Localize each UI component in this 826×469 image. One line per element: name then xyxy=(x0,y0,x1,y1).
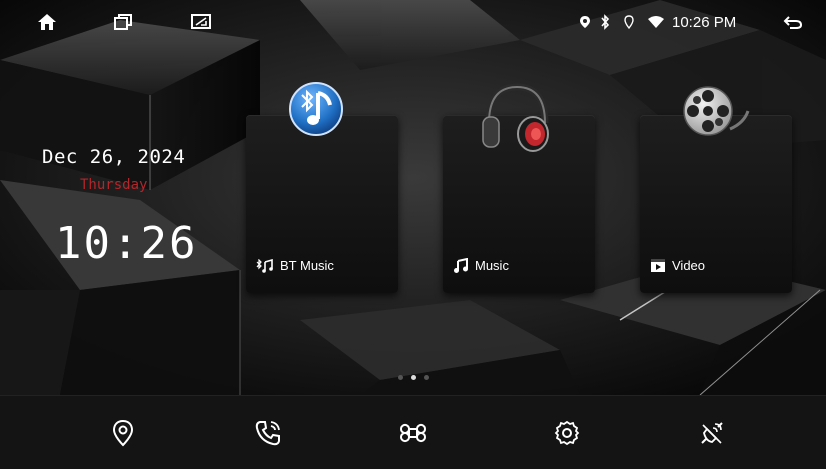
bt-music-card[interactable]: BT Music xyxy=(246,82,398,293)
page-indicator xyxy=(398,375,429,380)
video-small-icon xyxy=(651,259,665,272)
status-time: 10:26 PM xyxy=(672,14,737,31)
screen-mirror-icon[interactable] xyxy=(190,12,212,32)
music-label: Music xyxy=(475,258,509,273)
bt-music-label: BT Music xyxy=(280,258,334,273)
settings-icon[interactable] xyxy=(550,416,584,450)
status-bar: 10:26 PM xyxy=(0,0,826,44)
voice-icon xyxy=(622,12,636,32)
location-pin-icon xyxy=(578,12,592,32)
bottom-dock xyxy=(0,395,826,469)
bt-music-small-icon xyxy=(256,258,273,273)
clock-weekday: Thursday xyxy=(80,177,148,193)
bluetooth-music-icon xyxy=(288,81,344,147)
clock-date: Dec 26, 2024 xyxy=(42,146,186,168)
headphones-icon xyxy=(479,79,555,159)
page-dot[interactable] xyxy=(424,375,429,380)
home-screen: 10:26 PM Dec 26, 2024 Thursday 10:26 BT … xyxy=(0,0,826,469)
music-note-icon xyxy=(454,258,468,273)
wifi-icon xyxy=(646,12,666,32)
video-label-row: Video xyxy=(650,258,705,273)
video-card[interactable]: Video xyxy=(640,86,792,293)
film-reel-icon xyxy=(682,83,750,147)
back-icon[interactable] xyxy=(782,12,804,32)
no-signal-icon[interactable] xyxy=(695,416,729,450)
phone-icon[interactable] xyxy=(251,416,285,450)
apps-icon[interactable] xyxy=(396,416,430,450)
clock-time: 10:26 xyxy=(55,218,198,269)
navigation-icon[interactable] xyxy=(106,416,140,450)
home-icon[interactable] xyxy=(36,12,58,32)
video-label: Video xyxy=(672,258,706,273)
page-dot[interactable] xyxy=(398,375,403,380)
page-dot-active[interactable] xyxy=(411,375,416,380)
recent-apps-icon[interactable] xyxy=(112,12,134,32)
music-label-row: Music xyxy=(453,258,509,273)
music-card[interactable]: Music xyxy=(443,83,595,293)
bt-music-label-row: BT Music xyxy=(256,258,334,273)
bluetooth-icon xyxy=(598,12,612,32)
